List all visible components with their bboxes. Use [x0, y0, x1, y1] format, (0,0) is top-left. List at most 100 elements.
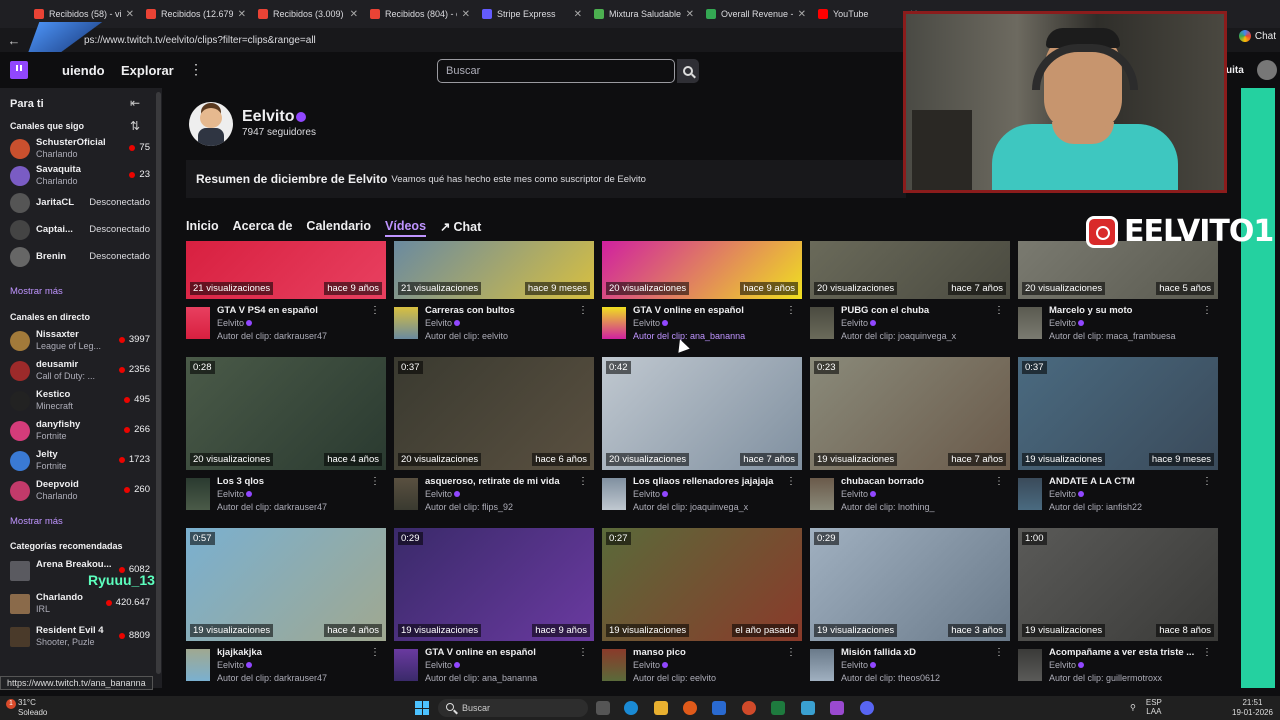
recap-banner[interactable]: Resumen de diciembre de Eelvito Veamos q…	[186, 160, 906, 198]
more-options-icon[interactable]: ⋮	[1202, 476, 1212, 487]
browser-tab[interactable]: Overall Revenue - K ✕	[700, 3, 812, 25]
clip-thumbnail[interactable]: 0:57 19 visualizaciones hace 4 años	[186, 528, 386, 641]
more-options-icon[interactable]: ⋮	[370, 476, 380, 487]
system-tray[interactable]: ⚲ ESP LAA	[1130, 698, 1162, 716]
clip-channel[interactable]: Eelvito	[1049, 318, 1085, 328]
edge-icon[interactable]	[624, 701, 638, 715]
clip-game-art[interactable]	[1018, 307, 1042, 339]
clip-channel[interactable]: Eelvito	[841, 489, 877, 499]
clip-game-art[interactable]	[602, 649, 626, 681]
clip-channel[interactable]: Eelvito	[425, 318, 461, 328]
clip-thumbnail[interactable]: 0:23 19 visualizaciones hace 7 años	[810, 357, 1010, 470]
clip-author[interactable]: Autor del clip: eelvito	[633, 673, 716, 683]
mic-icon[interactable]: ⚲	[1130, 703, 1136, 712]
clip-channel[interactable]: Eelvito	[633, 318, 669, 328]
sidebar-channel-item[interactable]: JaritaCL Desconectado	[10, 190, 150, 216]
clip-author[interactable]: Autor del clip: joaquinvega_x	[841, 331, 956, 341]
more-options-icon[interactable]: ⋮	[994, 305, 1004, 316]
tab-videos[interactable]: Vídeos	[385, 219, 427, 237]
close-tab-icon[interactable]: ✕	[238, 9, 246, 20]
more-options-icon[interactable]: ⋮	[786, 647, 796, 658]
clip-title[interactable]: kjajkakjka	[217, 647, 367, 658]
sidebar-channel-item[interactable]: Kestico Minecraft 495	[10, 388, 150, 414]
clip-title[interactable]: Los qliaos rellenadores jajajaja	[633, 476, 783, 487]
clip-thumbnail[interactable]: 20 visualizaciones hace 5 años	[1018, 241, 1218, 299]
close-tab-icon[interactable]: ✕	[126, 9, 134, 20]
clip-title[interactable]: asqueroso, retirate de mi vida	[425, 476, 575, 487]
more-options-icon[interactable]: ⋮	[994, 647, 1004, 658]
close-tab-icon[interactable]: ✕	[350, 9, 358, 20]
sidebar-category-item[interactable]: Charlando IRL 420.647	[10, 591, 150, 617]
clip-game-art[interactable]	[810, 478, 834, 510]
more-options-icon[interactable]: ⋮	[786, 305, 796, 316]
more-options-icon[interactable]: ⋮	[1202, 647, 1212, 658]
twitch-logo-icon[interactable]	[10, 61, 28, 79]
sort-icon[interactable]: ⇅	[130, 119, 140, 133]
clip-title[interactable]: Acompañame a ver esta triste ...	[1049, 647, 1199, 658]
close-tab-icon[interactable]: ✕	[798, 9, 806, 20]
browser-tab[interactable]: Recibidos (3.009) - n ✕	[252, 3, 364, 25]
clip-title[interactable]: PUBG con el chuba	[841, 305, 991, 316]
clip-title[interactable]: GTA V PS4 en español	[217, 305, 367, 316]
clip-thumbnail[interactable]: 0:27 19 visualizaciones el año pasado	[602, 528, 802, 641]
clip-author[interactable]: Autor del clip: flips_92	[425, 502, 513, 512]
browser-tab[interactable]: Recibidos (12.679) - ✕	[140, 3, 252, 25]
collapse-sidebar-icon[interactable]: ⇤	[130, 96, 140, 110]
clip-thumbnail[interactable]: 0:37 20 visualizaciones hace 6 años	[394, 357, 594, 470]
clip-thumbnail[interactable]: 20 visualizaciones hace 7 años	[810, 241, 1010, 299]
clip-game-art[interactable]	[602, 478, 626, 510]
nav-right-label[interactable]: uita	[1226, 65, 1244, 76]
clip-channel[interactable]: Eelvito	[217, 660, 253, 670]
clip-title[interactable]: GTA V online en español	[633, 305, 783, 316]
close-tab-icon[interactable]: ✕	[686, 9, 694, 20]
clip-thumbnail[interactable]: 21 visualizaciones hace 9 años	[186, 241, 386, 299]
clip-thumbnail[interactable]: 21 visualizaciones hace 9 meses	[394, 241, 594, 299]
sidebar-channel-item[interactable]: danyfishy Fortnite 266	[10, 418, 150, 444]
sidebar-channel-item[interactable]: Jelty Fortnite 1723	[10, 448, 150, 474]
more-vertical-icon[interactable]: ⋮	[189, 61, 203, 78]
url-text[interactable]: ps://www.twitch.tv/eelvito/clips?filter=…	[84, 35, 316, 46]
app3-icon[interactable]	[830, 701, 844, 715]
sidebar-channel-item[interactable]: Brenin Desconectado	[10, 244, 150, 270]
tab-home[interactable]: Inicio	[186, 219, 219, 237]
clip-game-art[interactable]	[394, 307, 418, 339]
browser-tab[interactable]: Recibidos (804) - elv ✕	[364, 3, 476, 25]
clip-author[interactable]: Autor del clip: ana_bananna	[425, 673, 537, 683]
tab-about[interactable]: Acerca de	[233, 219, 293, 237]
clip-author[interactable]: Autor del clip: ianfish22	[1049, 502, 1142, 512]
clip-thumbnail[interactable]: 0:42 20 visualizaciones hace 7 años	[602, 357, 802, 470]
tab-chat[interactable]: ↗ Chat	[440, 219, 481, 237]
nav-explore[interactable]: Explorar	[121, 63, 174, 78]
channel-avatar[interactable]	[189, 102, 233, 146]
clip-game-art[interactable]	[810, 649, 834, 681]
clip-thumbnail[interactable]: 0:29 19 visualizaciones hace 3 años	[810, 528, 1010, 641]
file-explorer-icon[interactable]	[654, 701, 668, 715]
back-arrow-icon[interactable]: ←	[0, 33, 28, 48]
app-icon[interactable]	[742, 701, 756, 715]
clip-game-art[interactable]	[1018, 649, 1042, 681]
weather-widget[interactable]: 31°C Soleado	[18, 698, 47, 718]
show-more-live-link[interactable]: Mostrar más	[10, 516, 63, 527]
more-options-icon[interactable]: ⋮	[370, 647, 380, 658]
close-tab-icon[interactable]: ✕	[574, 9, 582, 20]
clip-game-art[interactable]	[186, 649, 210, 681]
clip-thumbnail[interactable]: 0:37 19 visualizaciones hace 9 meses	[1018, 357, 1218, 470]
browser-tab[interactable]: Stripe Express ✕	[476, 3, 588, 25]
clip-title[interactable]: Carreras con bultos	[425, 305, 575, 316]
clip-game-art[interactable]	[186, 478, 210, 510]
clip-game-art[interactable]	[602, 307, 626, 339]
clip-channel[interactable]: Eelvito	[633, 489, 669, 499]
sidebar-channel-item[interactable]: Deepvoid Charlando 260	[10, 478, 150, 504]
clip-author[interactable]: Autor del clip: guillermotroxx	[1049, 673, 1162, 683]
sidebar-channel-item[interactable]: Captai... Desconectado	[10, 217, 150, 243]
clip-channel[interactable]: Eelvito	[841, 318, 877, 328]
clip-author[interactable]: Autor del clip: darkrauser47	[217, 331, 327, 341]
clip-title[interactable]: chubacan borrado	[841, 476, 991, 487]
clip-title[interactable]: Misión fallida xD	[841, 647, 991, 658]
search-button[interactable]	[677, 59, 699, 83]
discord-icon[interactable]	[860, 701, 874, 715]
nav-following[interactable]: uiendo	[62, 63, 105, 78]
clip-game-art[interactable]	[394, 649, 418, 681]
clip-title[interactable]: Los 3 qlos	[217, 476, 367, 487]
clip-channel[interactable]: Eelvito	[633, 660, 669, 670]
